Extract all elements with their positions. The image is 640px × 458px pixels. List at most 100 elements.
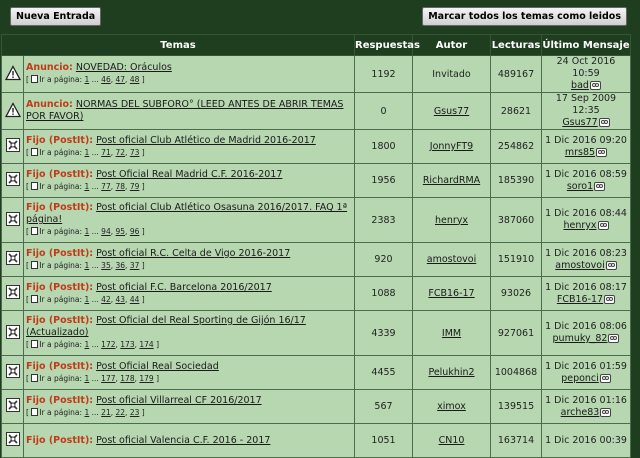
page-link[interactable]: 48: [130, 75, 140, 84]
author-link[interactable]: ximox: [437, 401, 466, 412]
last-poster-link[interactable]: mrs85: [565, 147, 595, 158]
last-message-user-line: mrs85: [544, 147, 628, 159]
page-link[interactable]: 77: [101, 182, 111, 191]
author-link[interactable]: IMM: [442, 328, 461, 339]
page-link[interactable]: 177: [101, 374, 115, 383]
page-link[interactable]: 42: [101, 295, 111, 304]
page-link[interactable]: 72: [116, 148, 126, 157]
page-link[interactable]: 174: [139, 340, 153, 349]
topic-link[interactable]: Post oficial Valencia C.F. 2016 - 2017: [96, 435, 270, 446]
last-poster-link[interactable]: Gsus77: [562, 117, 597, 128]
topic-title-cell: Fijo (PostIt): Post oficial Club Atlétic…: [23, 129, 355, 164]
author-link[interactable]: FCB16-17: [428, 288, 474, 299]
topic-link[interactable]: NOVEDAD: Oráculos: [76, 62, 172, 73]
page-icon: [31, 181, 39, 190]
author-link[interactable]: JonnyFT9: [430, 141, 473, 152]
last-poster-link[interactable]: arche83: [561, 407, 600, 418]
replies-count: 4339: [354, 310, 413, 356]
view-last-post-icon[interactable]: [594, 181, 606, 191]
topic-prefix: Fijo (PostIt):: [26, 434, 94, 446]
topic-link[interactable]: Post Oficial Real Sociedad: [96, 361, 219, 372]
page-link[interactable]: 46: [101, 75, 111, 84]
last-poster-link[interactable]: FCB16-17: [557, 294, 603, 305]
page-link[interactable]: 78: [116, 182, 126, 191]
author-cell: IMM: [412, 310, 491, 356]
page-link[interactable]: 71: [101, 148, 111, 157]
view-last-post-icon[interactable]: [589, 81, 601, 90]
last-message-cell: 17 Sep 2009 12:35 Gsus77: [541, 92, 631, 130]
page-link[interactable]: 21: [101, 408, 111, 417]
page-link[interactable]: 94: [101, 227, 111, 236]
topic-prefix: Fijo (PostIt):: [26, 394, 94, 406]
column-header-replies: Respuestas: [354, 34, 420, 56]
page-link[interactable]: 36: [116, 261, 126, 270]
view-last-post-icon[interactable]: [596, 147, 608, 157]
page-link[interactable]: 47: [116, 75, 126, 84]
page-link[interactable]: 1: [84, 182, 89, 191]
author-link[interactable]: henryx: [435, 215, 468, 226]
page-link[interactable]: 44: [130, 295, 140, 304]
page-link[interactable]: 1: [84, 148, 89, 157]
author-link[interactable]: RichardRMA: [423, 175, 480, 186]
last-poster-link[interactable]: bad: [571, 80, 589, 91]
new-entry-button[interactable]: Nueva Entrada: [10, 7, 102, 26]
view-last-post-icon[interactable]: [600, 407, 612, 417]
page-link[interactable]: 1: [84, 295, 89, 304]
topic-link[interactable]: NORMAS DEL SUBFORO° (LEED ANTES DE ABRIR…: [26, 99, 343, 122]
page-link[interactable]: 43: [116, 295, 126, 304]
topic-link[interactable]: Post oficial Club Atlético de Madrid 201…: [96, 135, 316, 146]
topic-status-cell: [1, 55, 24, 93]
page-links: [ Ir a página: 1 ... 46, 47, 48 ]: [26, 75, 145, 84]
page-link[interactable]: 178: [120, 374, 134, 383]
topic-link[interactable]: Post Oficial Real Madrid C.F. 2016-2017: [96, 169, 282, 180]
page-link[interactable]: 96: [130, 227, 140, 236]
view-last-post-icon[interactable]: [599, 373, 611, 383]
topic-link[interactable]: Post oficial F.C. Barcelona 2016/2017: [96, 282, 272, 293]
last-poster-link[interactable]: henryx: [563, 220, 596, 231]
page-link[interactable]: 172: [101, 340, 115, 349]
view-last-post-icon[interactable]: [608, 334, 620, 343]
topic-status-cell: [1, 129, 24, 164]
page-link[interactable]: 95: [116, 227, 126, 236]
topic-link[interactable]: Post oficial R.C. Celta de Vigo 2016-201…: [96, 248, 290, 259]
page-icon: [31, 75, 39, 83]
page-link[interactable]: 1: [84, 75, 89, 84]
last-message-user-line: FCB16-17: [544, 294, 628, 306]
view-last-post-icon[interactable]: [604, 294, 616, 304]
topic-link[interactable]: Post oficial Villarreal CF 2016/2017: [96, 395, 262, 406]
reads-count: 185390: [490, 163, 542, 198]
page-link[interactable]: 1: [84, 374, 89, 383]
view-last-post-icon[interactable]: [597, 221, 609, 230]
view-last-post-icon[interactable]: [598, 118, 610, 127]
page-link[interactable]: 79: [130, 182, 140, 191]
topic-prefix: Fijo (PostIt):: [26, 281, 94, 293]
page-link[interactable]: 1: [84, 408, 89, 417]
page-link[interactable]: 179: [139, 374, 153, 383]
replies-count: 1800: [354, 129, 413, 164]
view-last-post-icon[interactable]: [605, 260, 617, 270]
page-link[interactable]: 22: [116, 408, 126, 417]
last-poster-link[interactable]: pumuky_82: [553, 333, 608, 344]
page-link[interactable]: 1: [84, 227, 89, 236]
last-message-cell: 24 Oct 2016 10:59 bad: [541, 55, 631, 93]
page-link[interactable]: 35: [101, 261, 111, 270]
last-poster-link[interactable]: peponci: [561, 373, 599, 384]
page-link[interactable]: 23: [130, 408, 140, 417]
page-links: [ Ir a página: 1 ... 77, 78, 79 ]: [26, 181, 145, 191]
page-link[interactable]: 173: [120, 340, 134, 349]
last-poster-link[interactable]: soro1: [567, 181, 593, 192]
page-ellipsis: ...: [91, 75, 99, 84]
page-link[interactable]: 1: [84, 261, 89, 270]
author-link[interactable]: Gsus77: [434, 106, 469, 117]
topic-status-cell: [1, 389, 24, 424]
mark-all-read-button[interactable]: Marcar todos los temas como leidos: [422, 7, 627, 26]
author-link[interactable]: amostovoi: [427, 254, 476, 265]
page-link[interactable]: 73: [130, 148, 140, 157]
replies-count: 1956: [354, 163, 413, 198]
page-link[interactable]: 1: [84, 340, 89, 349]
last-poster-link[interactable]: amostovoi: [555, 260, 604, 271]
reads-count: 927061: [490, 310, 542, 356]
page-link[interactable]: 37: [130, 261, 140, 270]
table-row: Fijo (PostIt): Post Oficial Real Madrid …: [1, 163, 631, 198]
author-link[interactable]: Pelukhin2: [428, 367, 474, 378]
